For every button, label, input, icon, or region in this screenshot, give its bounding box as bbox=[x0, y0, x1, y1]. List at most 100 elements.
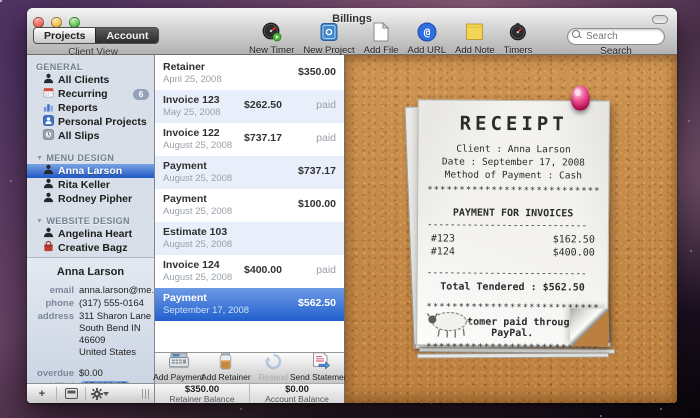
receipt-invoice-id: #123 bbox=[431, 232, 455, 245]
sidebar-item-label: Reports bbox=[58, 102, 98, 114]
list-action-bar: Add PaymentAdd Retainer Resend Send Statem… bbox=[155, 352, 344, 383]
tab-account[interactable]: Account bbox=[95, 28, 158, 43]
add-file-button[interactable]: Add File bbox=[364, 24, 399, 56]
receipt-meta-line: Date : September 17, 2008 bbox=[427, 155, 599, 169]
list-row-invoice-122-2[interactable]: Invoice 122August 25, 2008$737.17paid bbox=[155, 123, 344, 156]
sidebar-item-label: Rodney Pipher bbox=[58, 193, 132, 205]
action-button-label: Resend bbox=[258, 372, 287, 382]
pushpin-icon bbox=[571, 85, 590, 110]
disclosure-triangle-icon: ▼ bbox=[36, 155, 43, 162]
client-address-row: address311 Sharon LaneSouth Bend IN 4660… bbox=[27, 311, 154, 359]
timers-button[interactable]: Timers bbox=[504, 24, 533, 56]
row-amount: $350.00 bbox=[298, 66, 336, 78]
list-row-estimate-103-5[interactable]: Estimate 103August 25, 2008 bbox=[155, 222, 344, 255]
receipt-item-row: #124$400.00 bbox=[427, 245, 599, 259]
sidebar-item-rodney-pipher[interactable]: Rodney Pipher bbox=[27, 192, 154, 206]
billings-window: Billings ProjectsAccount Client View New… bbox=[27, 8, 677, 403]
field-value: anna.larson@me.com bbox=[79, 285, 154, 297]
toolbar-toggle-button[interactable] bbox=[652, 15, 668, 24]
sidebar-item-anna-larson[interactable]: Anna Larson bbox=[27, 164, 154, 178]
resend-button[interactable]: Resend bbox=[250, 354, 296, 382]
new-project-icon bbox=[319, 22, 339, 47]
add-retainer-button[interactable]: Add Retainer bbox=[203, 354, 249, 382]
timers-icon bbox=[508, 22, 528, 47]
action-gear-menu[interactable] bbox=[90, 387, 110, 401]
row-amount: $562.50 bbox=[298, 297, 336, 309]
retainer-balance: $350.00Retainer Balance bbox=[155, 384, 249, 403]
wallpaper-stars bbox=[0, 0, 2, 2]
transaction-list-pane: RetainerApril 25, 2008$350.00Invoice 123… bbox=[155, 55, 345, 403]
sidebar-item-reports[interactable]: Reports bbox=[27, 101, 154, 115]
add-client-button[interactable]: + bbox=[32, 387, 52, 401]
archive-box-icon[interactable] bbox=[61, 387, 81, 401]
sidebar-item-label: Creative Bagz bbox=[58, 242, 127, 254]
row-amount: $262.50 bbox=[244, 99, 282, 111]
field-label: address bbox=[27, 311, 74, 359]
client-info-card: Anna Larson emailanna.larson@me.comphone… bbox=[27, 257, 154, 383]
add-url-button[interactable]: @Add URL bbox=[407, 24, 446, 56]
client-name: Anna Larson bbox=[27, 266, 154, 278]
receipt-section-title: PAYMENT FOR INVOICES bbox=[427, 207, 599, 219]
action-button-label: Add Payment bbox=[153, 372, 204, 382]
list-row-invoice-124-6[interactable]: Invoice 124August 25, 2008$400.00paid bbox=[155, 255, 344, 288]
search-icon bbox=[572, 30, 581, 39]
sidebar-item-label: All Slips bbox=[58, 130, 99, 142]
add-note-button[interactable]: Add Note bbox=[455, 24, 495, 56]
balance-label: Retainer Balance bbox=[155, 395, 249, 403]
window-header: Billings ProjectsAccount Client View New… bbox=[27, 8, 677, 55]
receipt-invoice-amount: $162.50 bbox=[553, 233, 595, 246]
add-file-icon bbox=[372, 22, 390, 47]
new-project-button[interactable]: New Project bbox=[303, 24, 354, 56]
receipt-dash-line: ---------------------------- bbox=[427, 268, 599, 279]
chart-icon bbox=[43, 101, 54, 115]
sidebar-section-header-website-design[interactable]: ▼WEBSITE DESIGN bbox=[27, 214, 154, 227]
list-row-payment-3[interactable]: PaymentAugust 25, 2008$737.17 bbox=[155, 156, 344, 189]
sidebar-item-recurring[interactable]: Recurring6 bbox=[27, 87, 154, 101]
receipt-total: Total Tendered : $562.50 bbox=[427, 281, 599, 293]
stat-value: $0.00 bbox=[79, 368, 103, 380]
receipt-separator: **************************** bbox=[427, 185, 599, 196]
row-status: paid bbox=[316, 99, 336, 111]
receipt-dash-line: ---------------------------- bbox=[427, 220, 599, 231]
cork-board: RECEIPT Client : Anna LarsonDate : Septe… bbox=[345, 55, 677, 403]
field-value: (317) 555-0164 bbox=[79, 298, 144, 310]
project-icon bbox=[43, 115, 54, 129]
sidebar-item-all-slips[interactable]: All Slips bbox=[27, 129, 154, 143]
transaction-list: RetainerApril 25, 2008$350.00Invoice 123… bbox=[155, 55, 344, 352]
client-email-row: emailanna.larson@me.com bbox=[27, 285, 154, 297]
slips-icon bbox=[43, 129, 54, 143]
list-row-payment-4[interactable]: PaymentAugust 25, 2008$100.00 bbox=[155, 189, 344, 222]
list-row-retainer-0[interactable]: RetainerApril 25, 2008$350.00 bbox=[155, 57, 344, 90]
search-area: Search bbox=[567, 26, 665, 57]
receipt-invoice-amount: $400.00 bbox=[553, 246, 595, 259]
row-amount: $737.17 bbox=[298, 165, 336, 177]
sidebar-section-header-menu-design[interactable]: ▼MENU DESIGN bbox=[27, 151, 154, 164]
sidebar-resize-grip[interactable] bbox=[142, 389, 149, 399]
sidebar-item-all-clients[interactable]: All Clients bbox=[27, 73, 154, 87]
sidebar-item-rita-keller[interactable]: Rita Keller bbox=[27, 178, 154, 192]
sidebar-item-personal-projects[interactable]: Personal Projects bbox=[27, 115, 154, 129]
balance-label: Account Balance bbox=[250, 395, 344, 403]
field-value: 311 Sharon LaneSouth Bend IN 46609United… bbox=[79, 311, 154, 359]
add-note-icon bbox=[465, 22, 484, 46]
sidebar-item-creative-bagz[interactable]: Creative Bagz bbox=[27, 241, 154, 255]
add-payment-button[interactable]: Add Payment bbox=[156, 354, 202, 382]
receipt-paper[interactable]: RECEIPT Client : Anna LarsonDate : Septe… bbox=[416, 99, 610, 346]
person-icon bbox=[43, 73, 54, 87]
list-row-invoice-123-1[interactable]: Invoice 123May 25, 2008$262.50paid bbox=[155, 90, 344, 123]
tab-projects[interactable]: Projects bbox=[34, 28, 95, 43]
sidebar: GENERALAll ClientsRecurring6ReportsPerso… bbox=[27, 55, 155, 403]
row-status: paid bbox=[316, 132, 336, 144]
list-row-payment-7[interactable]: PaymentSeptember 17, 2008$562.50 bbox=[155, 288, 344, 321]
stat-label: overdue bbox=[27, 368, 74, 380]
sidebar-item-label: Anna Larson bbox=[58, 165, 122, 177]
client-phone-row: phone(317) 555-0164 bbox=[27, 298, 154, 310]
svg-text:@: @ bbox=[423, 26, 430, 39]
sidebar-item-label: Rita Keller bbox=[58, 179, 110, 191]
new-timer-button[interactable]: New Timer bbox=[249, 24, 294, 56]
sidebar-item-angelina-heart[interactable]: Angelina Heart bbox=[27, 227, 154, 241]
desktop-wallpaper: Billings ProjectsAccount Client View New… bbox=[0, 0, 700, 418]
send-statement-button[interactable]: Send Statement bbox=[297, 354, 343, 382]
page-curl bbox=[570, 308, 608, 346]
search-input[interactable] bbox=[567, 28, 665, 45]
